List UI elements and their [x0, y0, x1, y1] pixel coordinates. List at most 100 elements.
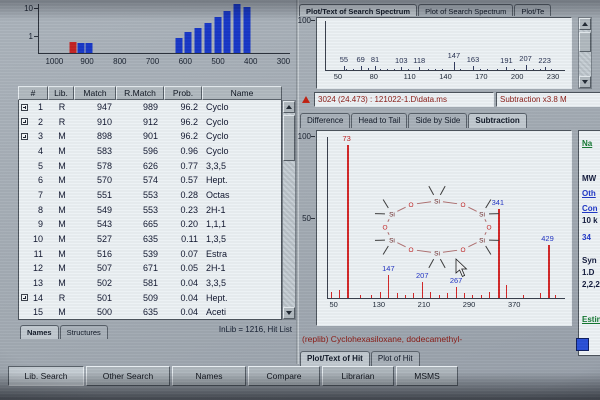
- scroll-up-button[interactable]: [579, 18, 591, 30]
- table-row[interactable]: 2 R 910 912 96.2 Cyclo: [19, 115, 281, 130]
- table-row[interactable]: 11 M 516 539 0.07 Estra: [19, 247, 281, 262]
- hit-number: 1: [37, 102, 43, 113]
- spectrum-peak: [463, 293, 465, 298]
- prob-cell: 0.23: [180, 204, 198, 215]
- column-header-name[interactable]: Name: [202, 86, 282, 100]
- scrollbar-track[interactable]: [579, 30, 591, 76]
- atom-label: Si: [479, 211, 485, 218]
- hitlist-tab-names[interactable]: Names: [20, 325, 59, 339]
- name-cell: Cyclo: [206, 116, 229, 127]
- search-tab-plot-te[interactable]: Plot/Te: [514, 4, 552, 16]
- expand-plus-icon[interactable]: [21, 103, 28, 111]
- hit-number: 12: [32, 263, 43, 274]
- compare-tab-difference[interactable]: Difference: [300, 113, 351, 128]
- lib-cell: M: [58, 175, 66, 186]
- table-row[interactable]: 3 M 898 901 96.2 Cyclo: [19, 129, 281, 144]
- column-header-[interactable]: #: [18, 86, 48, 100]
- rmatch-cell: 539: [142, 248, 158, 259]
- lib-cell: M: [58, 233, 66, 244]
- scroll-down-button[interactable]: [579, 76, 591, 88]
- column-header-r-match[interactable]: R.Match: [116, 86, 164, 100]
- table-row[interactable]: 13 M 502 581 0.04 3,3,5: [19, 276, 281, 291]
- arrow-down-icon: [582, 80, 588, 84]
- column-header-prob[interactable]: Prob.: [164, 86, 202, 100]
- expand-plus-icon[interactable]: [21, 133, 28, 141]
- scrollbar-thumb[interactable]: [579, 32, 591, 52]
- toolbar-button-names[interactable]: Names: [172, 366, 246, 386]
- scan-file-field[interactable]: 3024 (24.473) : 121022-1.D\data.ms: [314, 92, 494, 107]
- table-row[interactable]: 4 M 583 596 0.96 Cyclo: [19, 144, 281, 159]
- rmatch-cell: 626: [142, 160, 158, 171]
- toolbar-button-compare[interactable]: Compare: [248, 366, 320, 386]
- table-row[interactable]: 12 M 507 671 0.05 2H-1: [19, 261, 281, 276]
- rmatch-cell: 574: [142, 175, 158, 186]
- prob-cell: 96.2: [180, 131, 198, 142]
- spectrum-file-bar: 3024 (24.473) : 121022-1.D\data.ms Subtr…: [300, 92, 600, 108]
- name-cell: Cyclo: [206, 102, 229, 112]
- subtraction-field[interactable]: Subtraction x3.8 M: [496, 92, 600, 107]
- scrollbar-thumb[interactable]: [283, 115, 295, 161]
- name-cell: Hept.: [206, 292, 228, 303]
- table-row[interactable]: 5 M 578 626 0.77 3,3,5: [19, 159, 281, 174]
- info-field-label[interactable]: Estin: [579, 315, 600, 324]
- info-field-label[interactable]: Oth: [579, 189, 600, 198]
- scrollbar-track[interactable]: [283, 113, 295, 307]
- lib-cell: R: [58, 292, 66, 303]
- toolbar-button-librarian[interactable]: Librarian: [322, 366, 394, 386]
- table-row[interactable]: 15 M 500 635 0.04 Aceti: [19, 305, 281, 319]
- hit-tab-plot-of-hit[interactable]: Plot of Hit: [370, 351, 420, 366]
- column-header-lib[interactable]: Lib.: [48, 86, 74, 100]
- compare-tab-side-by-side[interactable]: Side by Side: [408, 113, 468, 128]
- match-cell: 507: [96, 263, 112, 274]
- hit-index-cell: 9: [19, 217, 49, 232]
- hit-tab-plot-text-of-hit[interactable]: Plot/Text of Hit: [300, 351, 370, 366]
- hit-number: 15: [32, 307, 43, 318]
- axis-tick-label: 100: [297, 16, 311, 25]
- table-row[interactable]: 10 M 527 635 0.11 1,3,5: [19, 232, 281, 247]
- table-row[interactable]: 1 R 947 989 96.2 Cyclo: [19, 100, 281, 115]
- hit-histogram-panel: 10 1 1000 900 800 700 600 500 400 300: [18, 2, 296, 74]
- info-field-label: Syn: [582, 256, 597, 265]
- scroll-down-button[interactable]: [283, 307, 295, 319]
- table-row[interactable]: 8 M 549 553 0.23 2H-1: [19, 203, 281, 218]
- spectrum-peak: [496, 69, 498, 70]
- expand-plus-icon[interactable]: [21, 118, 28, 126]
- toolbar-button-msms[interactable]: MSMS: [396, 366, 458, 386]
- table-row[interactable]: 9 M 543 665 0.20 1,1,1: [19, 217, 281, 232]
- match-cell: 502: [96, 277, 112, 288]
- spectrum-peak: [471, 294, 473, 298]
- atom-label: O: [486, 224, 491, 231]
- histogram-bar: [175, 38, 183, 53]
- toolbar-button-lib-search[interactable]: Lib. Search: [8, 366, 84, 386]
- panel-splitter[interactable]: [296, 0, 299, 364]
- match-cell: 947: [96, 102, 112, 112]
- right-panel-scrollbar[interactable]: [578, 17, 592, 89]
- table-row[interactable]: 7 M 551 553 0.28 Octas: [19, 188, 281, 203]
- info-field-label[interactable]: Con: [579, 204, 600, 213]
- compare-tab-subtraction[interactable]: Subtraction: [468, 113, 527, 128]
- hit-list-table: 1 R 947 989 96.2 Cyclo 2 R 910 912 96.2 Cyclo 3 M 898 9…: [18, 100, 282, 320]
- peak-label: 55: [339, 55, 349, 65]
- peak-label: 118: [413, 56, 426, 66]
- atom-label: O: [460, 247, 465, 254]
- prob-cell: 0.57: [180, 175, 198, 186]
- search-tab-plot-of-search-spectrum[interactable]: Plot of Search Spectrum: [418, 4, 514, 16]
- hitlist-tab-structures[interactable]: Structures: [59, 325, 108, 339]
- axis-tick-label: 200: [510, 72, 524, 81]
- match-cell: 583: [96, 145, 112, 156]
- info-panel-button[interactable]: [576, 338, 589, 351]
- hit-number: 9: [37, 219, 43, 230]
- compare-tab-head-to-tail[interactable]: Head to Tail: [351, 113, 408, 128]
- hit-plot-tabs: Plot/Text of Hit Plot of Hit: [300, 348, 421, 366]
- search-tab-plot-text-of-search-spectrum[interactable]: Plot/Text of Search Spectrum: [299, 4, 418, 16]
- hitlist-scrollbar[interactable]: [282, 100, 296, 320]
- column-header-match[interactable]: Match: [74, 86, 116, 100]
- prob-cell: 96.2: [180, 116, 198, 127]
- expand-plus-icon[interactable]: [21, 294, 28, 302]
- table-row[interactable]: 6 M 570 574 0.57 Hept.: [19, 173, 281, 188]
- info-field-label[interactable]: Na: [579, 139, 600, 148]
- toolbar-button-other-search[interactable]: Other Search: [86, 366, 170, 386]
- scroll-up-button[interactable]: [283, 101, 295, 113]
- table-row[interactable]: 14 R 501 509 0.04 Hept.: [19, 291, 281, 306]
- match-cell: 578: [96, 160, 112, 171]
